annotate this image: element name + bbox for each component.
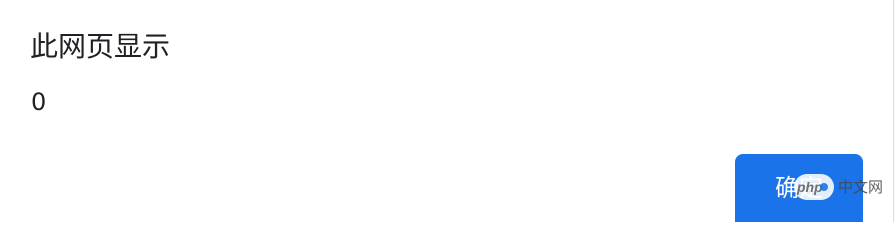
dialog-right-border	[893, 0, 894, 222]
dialog-title: 此网页显示	[30, 30, 171, 63]
dialog-message: 0	[31, 88, 47, 116]
site-watermark: php 中文网	[794, 172, 883, 202]
php-logo-text: php	[797, 179, 823, 195]
alert-dialog: 此网页显示 0 确定 php 中文网	[0, 0, 896, 222]
php-logo-icon: php	[794, 174, 834, 200]
watermark-text: 中文网	[838, 178, 884, 196]
